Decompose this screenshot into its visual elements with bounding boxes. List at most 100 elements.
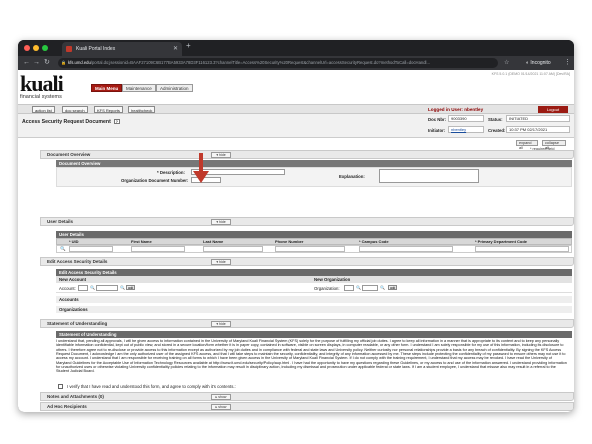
primary-department-cell: [475, 246, 569, 252]
url-field[interactable]: 🔒 kfs.umd.edu/portal.do;jsessionid=BAAF27…: [58, 58, 498, 68]
section-title: User Details: [47, 219, 74, 224]
kuali-favicon-icon: [66, 46, 72, 52]
phone-number-cell: [275, 246, 345, 252]
version-info: KFS 5.0.1 (DEMO 01/14/2021 11:07 AM) [De…: [491, 72, 570, 76]
url-host: kfs.umd.edu: [68, 60, 91, 65]
statement-text: I understand that, pending all approvals…: [56, 339, 567, 374]
browser-tab-bar: Kuali Portal Index ✕ +: [18, 40, 574, 56]
first-name-cell: [131, 246, 185, 252]
statement-subheader: Statement of Understanding: [56, 331, 572, 338]
new-tab-icon[interactable]: +: [186, 41, 191, 50]
doc-nbr-value: 9003390: [448, 115, 484, 122]
reload-icon[interactable]: ↻: [44, 58, 50, 68]
explanation-label: Explanation:: [339, 174, 365, 179]
document-header: Access Security Request Document? Doc Nb…: [18, 114, 574, 138]
org-chart-select[interactable]: [344, 285, 354, 291]
created-value: 10:37 PM 02/17/2021: [506, 126, 570, 133]
new-organization-label: New Organization: [314, 277, 351, 282]
overview-body: * Description: Organization Document Num…: [56, 167, 572, 187]
tab-maintenance[interactable]: Maintenance: [122, 84, 156, 92]
annotation-arrow-icon: [193, 153, 209, 183]
section-statement-of-understanding: Statement of Understanding ▾ hide: [40, 319, 574, 328]
organizations-subheader: Organizations: [56, 306, 572, 313]
forward-icon[interactable]: →: [33, 58, 40, 68]
kfs-reports-button[interactable]: KFS Reports: [94, 106, 123, 113]
expand-all-button[interactable]: expand all: [516, 140, 538, 150]
browser-window: Kuali Portal Index ✕ + ← → ↻ 🔒 kfs.umd.ed…: [18, 40, 574, 412]
status-label: Status:: [488, 117, 503, 122]
initiator-link[interactable]: nbentley: [448, 126, 484, 133]
section-title: Notes and Attachments (0): [47, 394, 104, 399]
bookmark-star-icon[interactable]: ☆: [504, 58, 509, 68]
section-document-overview: Document Overview ▾ hide: [40, 150, 574, 159]
healthcheck-button[interactable]: healthcheck: [128, 106, 156, 113]
new-account-org-row: New Account New Organization: [56, 276, 572, 283]
hide-overview-button[interactable]: ▾ hide: [211, 152, 231, 158]
explanation-textarea[interactable]: [379, 169, 479, 183]
browser-tab[interactable]: Kuali Portal Index ✕: [62, 42, 182, 56]
back-icon[interactable]: ←: [23, 58, 30, 68]
tab-main-menu[interactable]: Main Menu: [91, 84, 123, 92]
section-title: Document Overview: [47, 152, 91, 157]
logout-button[interactable]: Logout: [538, 106, 568, 113]
minimize-window-icon[interactable]: [33, 45, 39, 51]
doc-search-button[interactable]: doc search: [62, 106, 88, 113]
logo-text: kuali: [20, 71, 64, 96]
organization-code-input[interactable]: [362, 285, 378, 291]
hide-user-details-button[interactable]: ▾ hide: [211, 219, 231, 225]
section-title: Statement of Understanding: [47, 321, 108, 326]
org-chart-lookup-icon[interactable]: 🔍: [356, 285, 361, 290]
collapse-all-button[interactable]: collapse all: [542, 140, 566, 150]
initiator-label: Initiator:: [428, 128, 446, 133]
hide-edit-access-button[interactable]: ▾ hide: [211, 259, 231, 265]
tab-administration[interactable]: Administration: [156, 84, 193, 92]
chart-lookup-icon[interactable]: 🔍: [90, 285, 95, 290]
incognito-indicator[interactable]: ◐ Incognito: [526, 58, 551, 68]
chart-select[interactable]: [78, 285, 88, 291]
last-name-cell: [203, 246, 263, 252]
verify-checkbox[interactable]: [58, 384, 63, 389]
browser-tab-title: Kuali Portal Index: [76, 46, 116, 52]
section-ad-hoc-recipients: Ad Hoc Recipients ▸ show: [40, 402, 574, 411]
add-account-button[interactable]: add: [126, 285, 136, 290]
accounts-subheader: Accounts: [56, 296, 572, 303]
org-lookup-icon[interactable]: 🔍: [380, 285, 385, 290]
section-notes-attachments: Notes and Attachments (0) ▸ show: [40, 392, 574, 401]
incognito-label: Incognito: [530, 60, 551, 66]
action-list-button[interactable]: action list: [32, 106, 55, 113]
kuali-logo: kuali financial systems: [20, 71, 80, 101]
maximize-window-icon[interactable]: [42, 45, 48, 51]
section-title: Edit Access Security Details: [47, 259, 108, 264]
hide-statement-button[interactable]: ▾ hide: [211, 321, 231, 327]
account-lookup-icon[interactable]: 🔍: [120, 285, 125, 290]
page-content: kuali financial systems Main Menu Mainte…: [18, 70, 574, 412]
add-organization-button[interactable]: add: [388, 285, 398, 290]
status-value: INITIATED: [506, 115, 570, 122]
account-number-input[interactable]: [96, 285, 118, 291]
uid-input[interactable]: [69, 246, 113, 252]
kuali-toolbar: action list doc search KFS Reports healt…: [18, 104, 574, 114]
document-title-text: Access Security Request Document: [22, 119, 111, 125]
description-label: * Description:: [157, 170, 185, 175]
section-user-details: User Details ▾ hide: [40, 217, 574, 226]
new-account-inputs: Account: 🔍 🔍 add Organization: 🔍 🔍 add: [56, 283, 572, 293]
close-window-icon[interactable]: [24, 45, 30, 51]
lookup-icon[interactable]: 🔍: [60, 246, 66, 252]
organization-label: Organization:: [314, 286, 340, 291]
show-notes-button[interactable]: ▸ show: [211, 394, 231, 400]
new-account-label: New Account: [59, 277, 87, 282]
logged-in-user: Logged in User: nbentley: [428, 107, 484, 112]
created-label: Created:: [488, 128, 506, 133]
overview-subheader: Document Overview: [56, 160, 572, 167]
verify-label: I verify that I have read and understood…: [67, 384, 236, 389]
show-ad-hoc-button[interactable]: ▸ show: [211, 404, 231, 410]
browser-menu-icon[interactable]: ⋮: [564, 58, 571, 68]
address-bar-row: ← → ↻ 🔒 kfs.umd.edu/portal.do;jsessionid=…: [18, 56, 574, 70]
user-details-columns: * UID First Name Last Name Phone Number …: [56, 238, 572, 245]
section-title: Ad Hoc Recipients: [47, 404, 87, 409]
close-tab-icon[interactable]: ✕: [173, 42, 178, 56]
user-details-subheader: User Details: [56, 231, 572, 238]
help-icon[interactable]: ?: [113, 119, 120, 125]
org-doc-number-label: Organization Document Number:: [121, 178, 189, 183]
document-title: Access Security Request Document?: [22, 119, 120, 125]
